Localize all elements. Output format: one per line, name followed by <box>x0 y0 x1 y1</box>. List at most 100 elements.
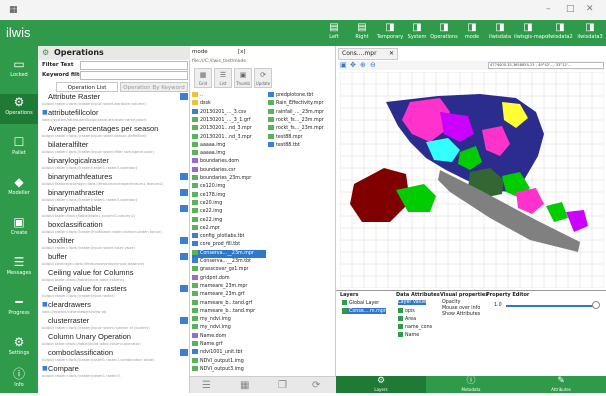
catalog-file-item[interactable]: ce20.img <box>192 199 266 208</box>
catalog-tab[interactable]: mode [x] <box>192 49 272 59</box>
top-button-ilwisgis-mapo[interactable]: ◨ ilwisgis-mapo <box>514 22 548 44</box>
top-button-ilwisdata[interactable]: ◨ ilwisdata <box>486 22 514 44</box>
zoom-in-icon[interactable]: ⊕ <box>360 61 366 69</box>
top-button-operations[interactable]: ◨ Operations <box>430 22 458 44</box>
top-button-right[interactable]: ▤ Right <box>348 22 376 44</box>
layer-item[interactable]: Global Layer <box>342 300 379 306</box>
catalog-file-item[interactable]: boundaries.dom <box>192 158 266 166</box>
sidebar-item-messages[interactable]: ☰ Messages <box>0 254 38 284</box>
sidebar-item-operations[interactable]: ⚙ Operations <box>0 94 38 124</box>
tab-operation-list[interactable]: Operation List <box>56 82 118 92</box>
catalog-file-item[interactable]: mameare_b...tand.mpr <box>192 307 266 316</box>
operation-item[interactable]: ■ Compare output raster=ilwis://raster(ras… <box>40 364 188 382</box>
catalog-file-item[interactable]: boundaries_23m.mpr <box>192 175 266 183</box>
catalog-file-item[interactable]: NDVI_output3.img <box>192 365 266 374</box>
opacity-slider[interactable] <box>506 305 596 307</box>
sidebar-item-modeller[interactable]: ◆ Modeller <box>0 174 38 204</box>
sidebar-item-settings[interactable]: ⚙ Settings <box>0 334 38 364</box>
catalog-list-button[interactable]: ☰ List <box>214 68 232 88</box>
catalog-file-item[interactable]: dssk <box>192 100 266 108</box>
catalog-file-item[interactable]: aaaaa.img <box>192 150 266 158</box>
catalog-file-item[interactable]: mameare_23m.mpr <box>192 282 266 291</box>
catalog-close-icon[interactable]: [x] <box>238 49 246 55</box>
layer-item-selected[interactable]: Conse....m.mpr <box>342 308 386 314</box>
filter-text-input[interactable] <box>80 61 188 70</box>
catalog-file-item[interactable]: rainfall_..._23m.mpr <box>268 108 334 117</box>
catalog-file-item[interactable]: 20130201...nd_3.mpr <box>192 125 266 133</box>
catalog-thumb-button[interactable]: ▣ Thumb <box>234 68 252 88</box>
catalog-file-item[interactable]: Conserva...__23m.tbt <box>192 258 266 266</box>
zoom-extent-icon[interactable]: ▣ <box>340 61 347 69</box>
data-attribute-item[interactable]: name_cons <box>398 324 432 330</box>
catalog-file-item[interactable]: mameare_23m.grf <box>192 291 266 299</box>
maximize-button[interactable]: □ <box>566 4 575 14</box>
catalog-file-item[interactable]: config_plotlabs.tbt <box>192 233 266 241</box>
catalog-grid-button[interactable]: ▦ Grid <box>194 68 212 88</box>
table-icon[interactable]: ▦ <box>240 380 249 391</box>
data-attribute-item[interactable]: Name <box>398 332 419 338</box>
map-canvas[interactable] <box>340 72 604 288</box>
sidebar-item-progress[interactable]: ━ Progress <box>0 294 38 324</box>
refresh-icon[interactable]: ⟳ <box>312 380 320 391</box>
catalog-file-item[interactable]: my_ndvi.img <box>192 316 266 324</box>
top-button-temporary[interactable]: ◨ Temporary <box>376 22 404 44</box>
catalog-file-item[interactable]: test88.mpr <box>268 133 334 142</box>
sidebar-item-create[interactable]: ▣ Create <box>0 214 38 244</box>
top-button-system[interactable]: ◨ System <box>403 22 431 44</box>
catalog-file-item[interactable]: gridpnt.dom <box>192 274 266 283</box>
catalog-file-item[interactable]: Name.dom <box>192 332 266 341</box>
minimize-button[interactable]: – <box>546 4 551 14</box>
catalog-file-item[interactable]: boundaries.csr <box>192 166 266 175</box>
keyword-filter-input[interactable] <box>80 71 188 80</box>
catalog-file-item[interactable]: ce22.img <box>192 208 266 216</box>
data-attribute-item[interactable]: opis <box>398 308 415 314</box>
catalog-file-item[interactable]: test88.tbt <box>268 141 334 150</box>
zoom-out-icon[interactable]: ⊖ <box>370 61 376 69</box>
close-button[interactable]: ✕ <box>586 4 594 14</box>
sidebar-item-info[interactable]: ⓘ Info <box>0 366 38 396</box>
catalog-file-item[interactable]: my_ndvi.img <box>192 324 266 332</box>
catalog-file-item[interactable]: 20130201_..._3.csv <box>192 108 266 117</box>
catalog-update-button[interactable]: ⟳ Update <box>254 68 272 88</box>
catalog-file-item[interactable]: core_prod_fill.tbt <box>192 241 266 249</box>
catalog-file-item[interactable]: ndvi1001_unit.tbt <box>192 349 266 357</box>
catalog-file-item[interactable]: ce2.mpr <box>192 224 266 233</box>
data-attribute-item[interactable]: Area <box>398 316 416 322</box>
catalog-file-item[interactable]: ce22.img <box>192 216 266 225</box>
tab-attributes[interactable]: ✎ Attributes <box>516 376 606 393</box>
top-button-ilwisdata3[interactable]: ◨ ilwisdata3 <box>576 22 604 44</box>
copy-icon[interactable]: ❐ <box>278 380 287 391</box>
catalog-file-item[interactable]: 20130201_..._3_1.grf <box>192 116 266 125</box>
catalog-file-item[interactable]: 20130201...nd_3.mpr <box>192 133 266 142</box>
visual-property-mouse-over[interactable]: Mouse over info <box>442 306 480 311</box>
catalog-file-item[interactable]: Rain_Effectivity.mpr <box>268 100 334 108</box>
catalog-file-item[interactable]: grasscover_gs1.mpr <box>192 266 266 274</box>
catalog-file-item[interactable]: aaaaa.img <box>192 141 266 150</box>
catalog-file-item[interactable]: mameare_b...tand.grf <box>192 299 266 308</box>
tab-metadata[interactable]: ⓘ Metadata <box>426 376 516 393</box>
top-button-mode[interactable]: ◨ mode <box>458 22 486 44</box>
top-button-left[interactable]: ▤ Left <box>320 22 348 44</box>
catalog-file-item[interactable]: NDVI_output1.img <box>192 357 266 366</box>
catalog-file-item[interactable]: predplotone.tbt <box>268 92 334 100</box>
tab-layers[interactable]: ⚙ Layers <box>336 376 426 393</box>
catalog-file-item[interactable]: Name.grf <box>192 341 266 349</box>
sidebar-item-pallet[interactable]: ☐ Pallet <box>0 134 38 164</box>
catalog-file-item[interactable]: Conserva...__23m.mpr <box>192 249 266 258</box>
tab-operation-by-keyword[interactable]: Operation By Keyword <box>120 82 188 92</box>
catalog-file-item[interactable]: rockt_fs..._23m.mpr <box>268 116 334 125</box>
data-attribute-item[interactable]: Layer Value <box>398 300 427 305</box>
top-button-ilwisdata2[interactable]: ◨ ilwisdata2 <box>546 22 574 44</box>
map-tab[interactable]: Cons....mpr ✕ <box>338 48 398 60</box>
visual-property-show-attributes[interactable]: Show Attributes <box>442 312 480 317</box>
catalog-file-item[interactable]: ce178.img <box>192 191 266 200</box>
catalog-file-item[interactable]: rockt_fs..._23m.mpr <box>268 125 334 133</box>
visual-property-opacity[interactable]: Opacity <box>442 300 460 305</box>
filter-icon[interactable]: ☰ <box>202 380 211 391</box>
sidebar-item-locked[interactable]: ▭ Locked <box>0 56 38 86</box>
opacity-slider-handle[interactable] <box>592 301 600 309</box>
catalog-file-item[interactable]: ce120.img <box>192 183 266 191</box>
close-icon[interactable]: ✕ <box>389 49 394 59</box>
pan-icon[interactable]: ✥ <box>350 61 356 69</box>
catalog-file-item[interactable]: .. <box>192 92 266 100</box>
